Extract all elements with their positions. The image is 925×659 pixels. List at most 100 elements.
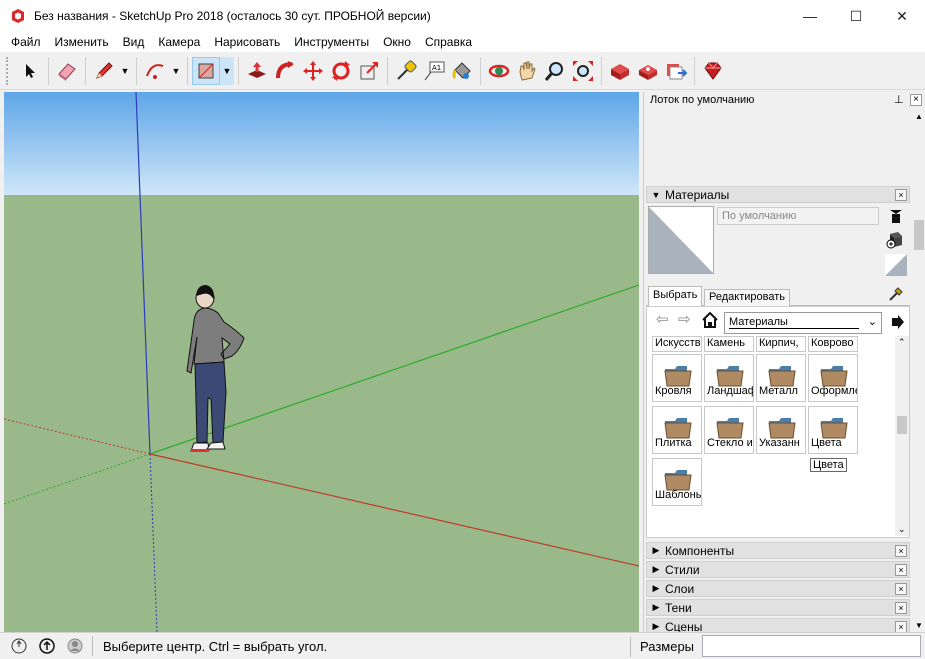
material-tile-label: Шаблоны (655, 489, 701, 501)
grid-scroll-thumb[interactable] (897, 416, 907, 434)
select-tool-button[interactable] (16, 57, 44, 85)
extension-warehouse-icon (639, 64, 657, 80)
pencil-dropdown[interactable]: ▼ (118, 57, 132, 85)
geolocation-icon[interactable] (10, 637, 28, 655)
panel-close-icon[interactable]: × (895, 583, 907, 595)
create-material-icon[interactable] (885, 230, 905, 250)
menu-file[interactable]: Файл (4, 35, 48, 49)
rectangle-tool-button[interactable] (192, 56, 220, 85)
back-arrow-icon[interactable]: ⇦ (656, 310, 669, 328)
toolbar-grip[interactable] (6, 56, 10, 85)
material-tile[interactable]: Указанн (756, 406, 806, 454)
tab-select[interactable]: Выбрать (648, 286, 703, 306)
tray-close-icon[interactable]: × (910, 94, 922, 106)
material-tile[interactable]: Стекло и (704, 406, 754, 454)
panel-layers[interactable]: ▶ Слои × (646, 580, 910, 597)
measurements-field[interactable] (702, 635, 921, 657)
details-arrow-icon[interactable] (890, 313, 906, 331)
panel-components[interactable]: ▶ Компоненты × (646, 542, 910, 559)
home-icon[interactable] (701, 311, 719, 329)
orbit-tool-button[interactable] (485, 57, 513, 85)
material-preview (648, 206, 714, 274)
rectangle-icon (198, 63, 214, 78)
panel-close-icon[interactable]: × (895, 545, 907, 557)
tab-edit[interactable]: Редактировать (704, 289, 790, 306)
secondary-preview (885, 254, 907, 276)
tray-scroll-thumb[interactable] (914, 220, 924, 250)
ruby-console-button[interactable] (699, 57, 727, 85)
tape-measure-tool-button[interactable] (392, 57, 420, 85)
materials-close-icon[interactable]: × (895, 189, 907, 201)
arc-dropdown[interactable]: ▼ (169, 57, 183, 85)
material-tile[interactable]: Плитка (652, 406, 702, 454)
send-to-layout-button[interactable] (662, 57, 690, 85)
3d-viewport[interactable] (4, 92, 639, 632)
expand-icon: ▶ (652, 564, 660, 574)
paint-bucket-tool-button[interactable] (448, 57, 476, 85)
rotate-tool-button[interactable] (327, 57, 355, 85)
expand-icon: ▶ (652, 602, 660, 612)
close-button[interactable]: ✕ (879, 0, 925, 32)
collection-select[interactable]: Материалы ⌄ (724, 312, 882, 334)
grid-scrollbar[interactable]: ⌃ ⌄ (895, 336, 909, 536)
material-tile[interactable]: Кирпич, (756, 336, 806, 352)
scale-tool-button[interactable] (355, 57, 383, 85)
zoom-extents-icon (573, 60, 593, 81)
zoom-tool-button[interactable] (541, 57, 569, 85)
material-tile[interactable]: Коврово (808, 336, 858, 352)
tray-pin-icon[interactable]: ⊥ (894, 93, 904, 106)
forward-arrow-icon[interactable]: ⇨ (678, 310, 691, 328)
pan-tool-button[interactable] (513, 57, 541, 85)
material-tile[interactable]: Металл (756, 354, 806, 402)
menu-help[interactable]: Справка (418, 35, 479, 49)
menu-camera[interactable]: Камера (151, 35, 207, 49)
material-tile-label: Стекло и (707, 437, 753, 449)
extension-warehouse-button[interactable] (634, 57, 662, 85)
material-tile[interactable]: Кровля (652, 354, 702, 402)
account-icon[interactable] (66, 637, 84, 655)
material-tile-label: Металл (759, 385, 798, 397)
panel-close-icon[interactable]: × (895, 564, 907, 576)
status-divider (630, 637, 631, 657)
credits-icon[interactable] (38, 637, 56, 655)
minimize-button[interactable]: — (787, 0, 833, 32)
menu-edit[interactable]: Изменить (48, 35, 116, 49)
material-tile[interactable]: Ландшаф (704, 354, 754, 402)
eraser-tool-button[interactable] (53, 57, 81, 85)
move-tool-button[interactable] (299, 57, 327, 85)
material-tile[interactable]: Цвета (808, 406, 858, 454)
panel-shadows[interactable]: ▶ Тени × (646, 599, 910, 616)
status-message: Выберите центр. Ctrl = выбрать угол. (103, 638, 328, 654)
arc-tool-button[interactable] (141, 57, 169, 85)
maximize-button[interactable]: ☐ (833, 0, 879, 32)
menu-draw[interactable]: Нарисовать (207, 35, 287, 49)
menu-view[interactable]: Вид (116, 35, 152, 49)
text-tool-button[interactable]: A1 (420, 57, 448, 85)
folder-icon (768, 366, 796, 387)
material-tile[interactable]: Камень (704, 336, 754, 352)
menu-window[interactable]: Окно (376, 35, 418, 49)
chevron-down-icon: ⌄ (867, 316, 877, 328)
material-tile[interactable]: Шаблоны (652, 458, 702, 506)
follow-me-tool-button[interactable] (271, 57, 299, 85)
material-tile[interactable]: Оформле (808, 354, 858, 402)
zoom-extents-tool-button[interactable] (569, 57, 597, 85)
rectangle-dropdown[interactable]: ▼ (220, 56, 234, 85)
sample-paint-icon[interactable] (888, 208, 904, 224)
push-pull-tool-button[interactable] (243, 57, 271, 85)
ruby-icon (704, 62, 722, 80)
warehouse-button[interactable] (606, 57, 634, 85)
eyedropper-icon[interactable] (888, 284, 906, 302)
material-name-field[interactable]: По умолчанию (717, 207, 879, 225)
menu-tools[interactable]: Инструменты (287, 35, 376, 49)
pencil-tool-button[interactable] (90, 57, 118, 85)
tray-scrollbar[interactable]: ▲ ▼ (912, 110, 925, 632)
panel-styles[interactable]: ▶ Стили × (646, 561, 910, 578)
folder-icon (716, 366, 744, 387)
materials-panel-header[interactable]: ▼ Материалы × (646, 186, 910, 203)
scene-canvas[interactable] (4, 92, 639, 632)
material-tiles: Кровля Ландшаф Металл Оформле Плитка Стекло и… (648, 354, 894, 538)
material-tile[interactable]: Искусств (652, 336, 702, 352)
panel-close-icon[interactable]: × (895, 602, 907, 614)
tab-bar: Выбрать Редактировать (646, 286, 910, 306)
